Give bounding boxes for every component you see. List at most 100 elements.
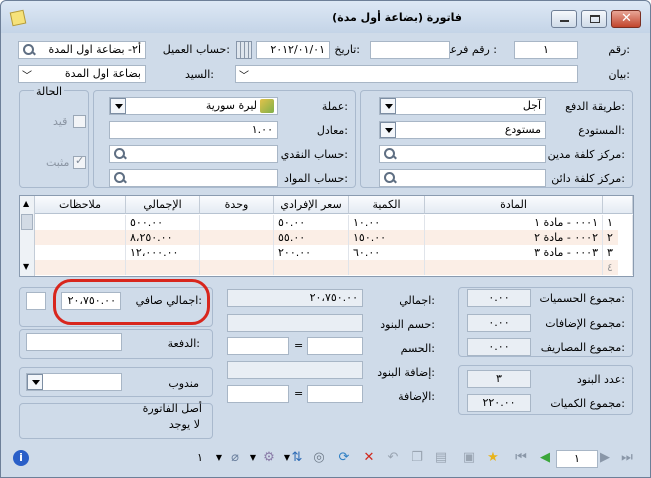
invoice-window: ✕ فاتورة (بضاعة أول مدة) رقم: ١ رقم فرعي…	[0, 0, 651, 478]
subnumber-field[interactable]	[370, 41, 450, 59]
paste-icon[interactable]: ▤	[433, 450, 449, 466]
previous-record-icon[interactable]: ◀	[537, 450, 553, 466]
net-currency-field[interactable]	[26, 292, 46, 310]
registered-checkbox[interactable]	[73, 115, 86, 128]
row-item[interactable]	[425, 260, 603, 275]
addition-percent-field[interactable]	[227, 385, 289, 403]
attach-icon[interactable]: ⌀	[227, 450, 243, 466]
statement-field[interactable]	[235, 65, 578, 83]
row-unit[interactable]	[200, 245, 274, 260]
addition-value-field[interactable]	[307, 385, 363, 403]
col-header-qty[interactable]: الكمية	[349, 196, 425, 214]
payment-method-dropdown-icon[interactable]	[380, 98, 396, 114]
discount-value-field[interactable]	[307, 337, 363, 355]
date-field[interactable]: ٢٠١٢/٠١/٠١	[256, 41, 330, 59]
discount-percent-field[interactable]	[227, 337, 289, 355]
row-unit[interactable]	[200, 260, 274, 275]
payment-method-select[interactable]: آجل	[379, 97, 546, 115]
payment-field[interactable]	[26, 333, 122, 351]
row-notes[interactable]	[35, 260, 126, 275]
row-total[interactable]: ٨،٢٥٠.٠٠	[126, 230, 200, 245]
row-price[interactable]: ٥٥.٠٠	[274, 230, 349, 245]
row-qty[interactable]: ٦٠.٠٠	[349, 245, 425, 260]
row-total[interactable]: ٥٠٠.٠٠	[126, 215, 200, 230]
view-icon[interactable]: ◎	[311, 450, 327, 466]
save-icon[interactable]: ▣	[461, 450, 477, 466]
row-total[interactable]: ١٢،٠٠٠.٠٠	[126, 245, 200, 260]
row-notes[interactable]	[35, 215, 126, 230]
posted-checkbox[interactable]	[73, 154, 86, 169]
rate-field[interactable]: ١.٠٠	[109, 121, 278, 139]
col-header-item[interactable]: المادة	[425, 196, 603, 214]
warehouse-select[interactable]: مستودع	[379, 121, 546, 139]
mr-chevron-icon[interactable]: ﹀	[22, 67, 32, 82]
col-header-price[interactable]: سعر الإفرادي	[274, 196, 349, 214]
row-qty[interactable]: ١٥٠.٠٠	[349, 230, 425, 245]
credit-cost-center-search-icon[interactable]	[384, 172, 396, 184]
row-unit[interactable]	[200, 230, 274, 245]
attach-dropdown-icon[interactable]: ▼	[245, 450, 261, 466]
first-record-icon[interactable]: ⏮	[513, 450, 529, 466]
warehouse-label: المستودع:	[578, 124, 625, 137]
last-record-icon[interactable]: ⏭	[619, 450, 635, 466]
debit-cost-center-field[interactable]	[379, 145, 546, 163]
currency-dropdown-icon[interactable]	[110, 98, 126, 114]
info-icon[interactable]: i	[13, 450, 29, 466]
row-item[interactable]: ٠٠٠٣ - مادة ٣	[425, 245, 603, 260]
row-qty[interactable]	[349, 260, 425, 275]
materials-account-search-icon[interactable]	[114, 172, 126, 184]
copy-icon[interactable]: ❐	[409, 450, 425, 466]
col-header-notes[interactable]: ملاحظات	[35, 196, 126, 214]
cash-account-field[interactable]	[109, 145, 278, 163]
star-icon[interactable]: ★	[485, 450, 501, 466]
row-notes[interactable]	[35, 230, 126, 245]
row-notes[interactable]	[35, 245, 126, 260]
discount-label: الحسم:	[400, 342, 435, 355]
row-qty[interactable]: ١٠.٠٠	[349, 215, 425, 230]
number-field[interactable]: ١	[514, 41, 578, 59]
status-title: الحالة	[34, 85, 65, 98]
grid-scrollbar[interactable]: ▲ ▼	[20, 196, 35, 276]
delete-icon[interactable]: ✕	[361, 450, 377, 466]
row-price[interactable]: ٢٠٠.٠٠	[274, 245, 349, 260]
row-price[interactable]	[274, 260, 349, 275]
cash-account-search-icon[interactable]	[114, 148, 126, 160]
next-record-icon[interactable]: ▶	[597, 450, 613, 466]
maximize-button[interactable]	[581, 10, 607, 28]
table-row[interactable]: ٢ ٠٠٠٢ - مادة ٢ ١٥٠.٠٠ ٥٥.٠٠ ٨،٢٥٠.٠٠	[35, 230, 633, 245]
close-button[interactable]: ✕	[611, 10, 641, 28]
row-total[interactable]	[126, 260, 200, 275]
client-field[interactable]: أ٢- بضاعة اول المدة	[18, 41, 146, 59]
refresh-icon[interactable]: ⟳	[336, 450, 352, 466]
calendar-icon[interactable]	[236, 41, 252, 59]
sort-icon[interactable]: ⇅	[289, 450, 305, 466]
table-row[interactable]: ١ ٠٠٠١ - مادة ١ ١٠.٠٠ ٥٠.٠٠ ٥٠٠.٠٠	[35, 215, 633, 230]
credit-cost-center-field[interactable]	[379, 169, 546, 187]
col-header-unit[interactable]: وحدة	[200, 196, 274, 214]
delegate-dropdown-icon[interactable]	[27, 374, 43, 390]
materials-account-field[interactable]	[109, 169, 278, 187]
record-number-field[interactable]: ١	[556, 450, 598, 468]
debit-cost-center-search-icon[interactable]	[384, 148, 396, 160]
mr-field[interactable]: بضاعة اول المدة	[18, 65, 146, 83]
row-item[interactable]: ٠٠٠١ - مادة ١	[425, 215, 603, 230]
row-price[interactable]: ٥٠.٠٠	[274, 215, 349, 230]
addition-label: الإضافة:	[398, 390, 435, 403]
undo-icon[interactable]: ↶	[385, 450, 401, 466]
statement-chevron-icon[interactable]: ﹀	[239, 67, 249, 82]
table-row[interactable]: ٤	[35, 260, 633, 275]
currency-select[interactable]: ليرة سورية	[109, 97, 278, 115]
items-grid[interactable]: ▲ ▼ المادة الكمية سعر الإفرادي وحدة الإج…	[19, 195, 634, 277]
warehouse-dropdown-icon[interactable]	[380, 122, 396, 138]
tools-icon[interactable]: ⚙	[261, 450, 277, 466]
item-discount-field	[227, 314, 363, 332]
count-dropdown-icon[interactable]: ▼	[211, 450, 227, 466]
client-search-icon[interactable]	[23, 44, 35, 56]
gross-field: ٢٠،٧٥٠.٠٠	[227, 289, 363, 307]
table-row[interactable]: ٣ ٠٠٠٣ - مادة ٣ ٦٠.٠٠ ٢٠٠.٠٠ ١٢،٠٠٠.٠٠	[35, 245, 633, 260]
count-value: ١	[197, 451, 203, 464]
minimize-button[interactable]	[551, 10, 577, 28]
col-header-total[interactable]: الإجمالي	[126, 196, 200, 214]
row-item[interactable]: ٠٠٠٢ - مادة ٢	[425, 230, 603, 245]
row-unit[interactable]	[200, 215, 274, 230]
